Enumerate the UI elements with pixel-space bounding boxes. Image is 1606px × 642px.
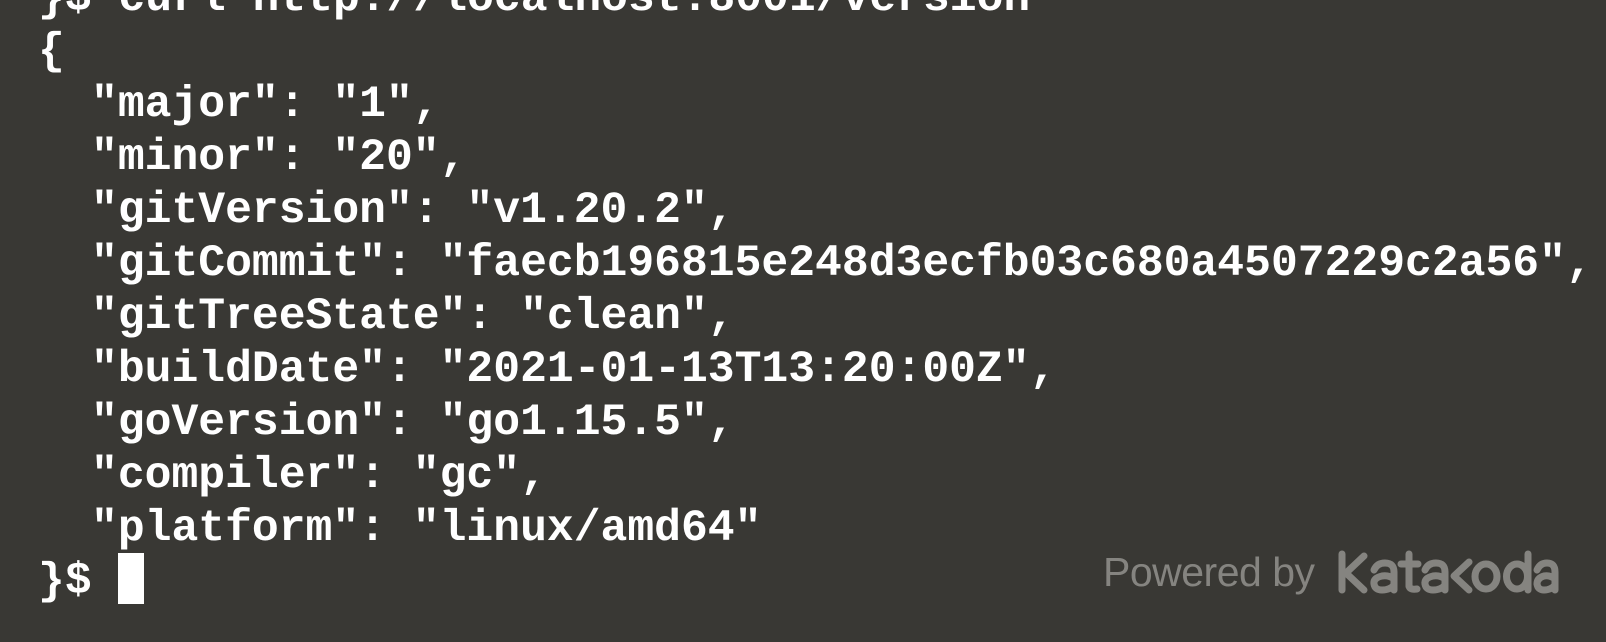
powered-by-text: Powered by: [1103, 548, 1315, 595]
json-field-build-date: "buildDate": "2021-01-13T13:20:00Z",: [91, 345, 1057, 395]
json-field-minor: "minor": "20",: [91, 133, 467, 183]
json-field-compiler: "compiler": "gc",: [91, 451, 547, 501]
text-cursor: [118, 552, 145, 604]
command-line: }$ curl http://localhost:8001/version: [38, 0, 1593, 26]
katacoda-logo: [1338, 550, 1559, 594]
terminal-output: }$ curl http://localhost:8001/version { …: [38, 0, 1593, 609]
powered-by-watermark: Powered by: [1103, 544, 1561, 600]
json-field-go-version: "goVersion": "go1.15.5",: [91, 398, 735, 448]
json-open-brace: {: [38, 27, 65, 77]
prompt-text: }$: [38, 557, 119, 607]
json-field-git-version: "gitVersion": "v1.20.2",: [91, 186, 735, 236]
json-field-git-commit: "gitCommit": "faecb196815e248d3ecfb03c68…: [91, 239, 1593, 289]
json-field-git-tree-state: "gitTreeState": "clean",: [91, 292, 735, 342]
terminal-window[interactable]: }$ curl http://localhost:8001/version { …: [0, 0, 1606, 642]
json-field-major: "major": "1",: [91, 80, 440, 130]
